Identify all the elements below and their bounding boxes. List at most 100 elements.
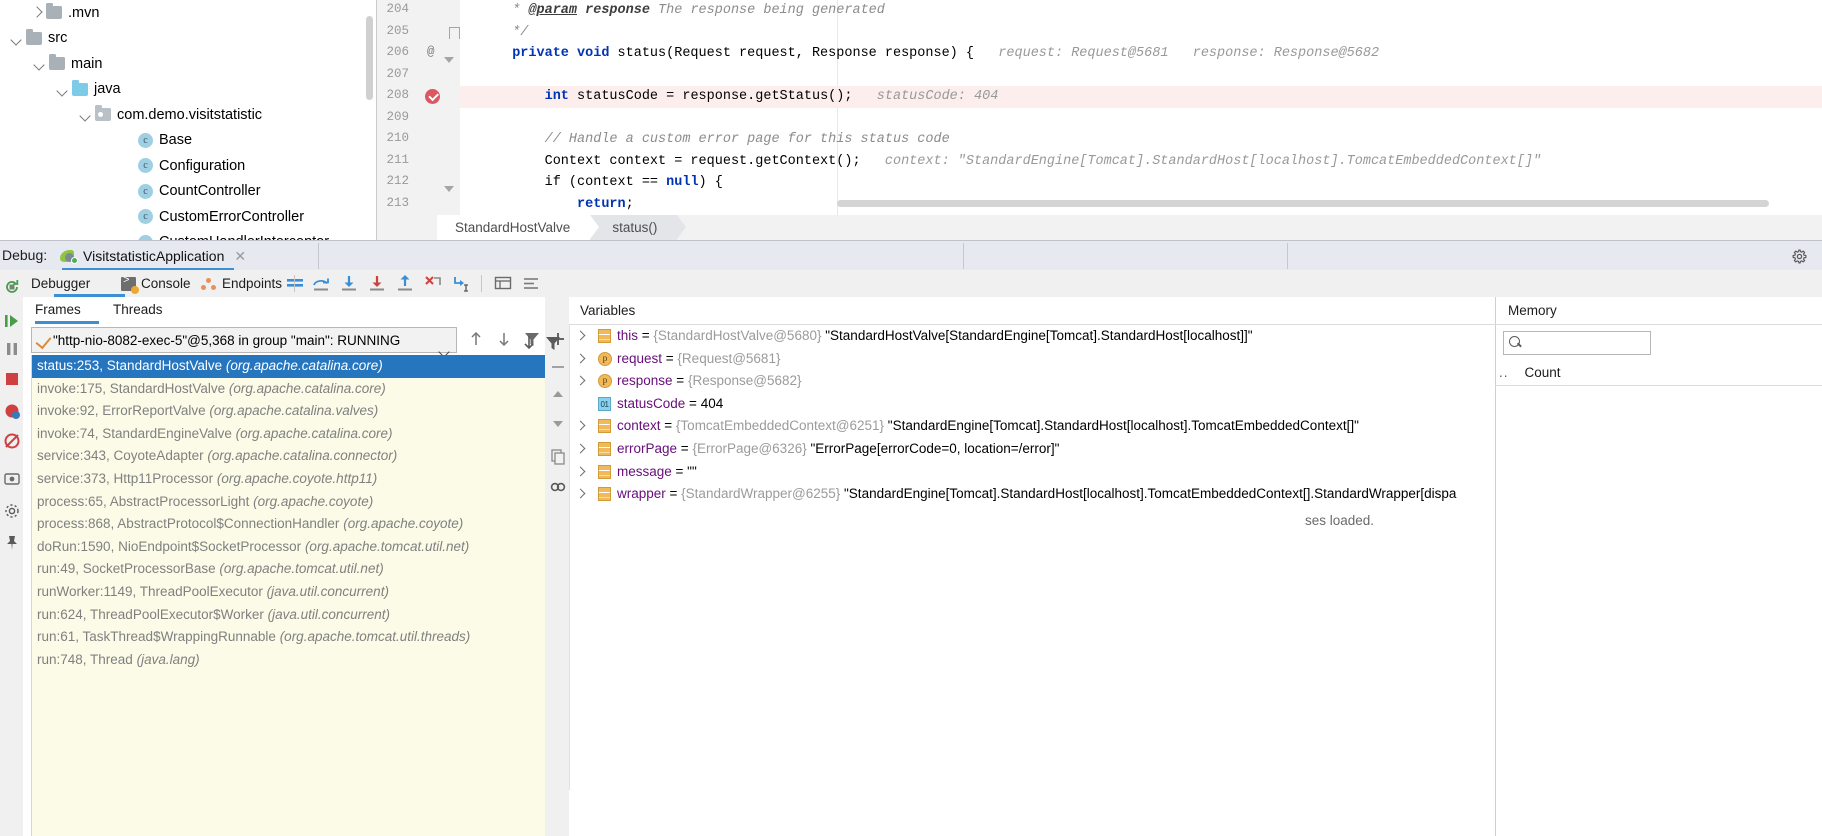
step-out-icon[interactable] <box>395 274 415 293</box>
chevron-right-icon[interactable] <box>576 354 586 364</box>
gutter-line[interactable]: 208 <box>377 86 460 108</box>
stack-frame-row[interactable]: run:61, TaskThread$WrappingRunnable (org… <box>31 626 547 649</box>
tree-item-configuration[interactable]: c Configuration <box>0 153 377 179</box>
drop-frame-icon[interactable] <box>423 274 443 293</box>
frames-down-icon[interactable] <box>494 329 514 349</box>
settings-list-icon[interactable] <box>521 274 541 293</box>
chevron-right-icon[interactable] <box>576 444 586 454</box>
variable-row[interactable]: errorPage = {ErrorPage@6326} "ErrorPage[… <box>569 438 1495 461</box>
code-fold-icon[interactable] <box>449 26 460 39</box>
stack-frame-row[interactable]: service:373, Http11Processor (org.apache… <box>31 468 547 491</box>
stack-frame-row[interactable]: invoke:74, StandardEngineValve (org.apac… <box>31 423 547 446</box>
debug-action-rail[interactable] <box>0 270 23 836</box>
evaluate-expression-icon[interactable] <box>493 274 513 293</box>
chevron-right-icon[interactable] <box>30 6 43 19</box>
code-editor[interactable]: 204 205 206 @207 208 209 210 211 212 213 * @param… <box>377 0 1822 215</box>
thread-selector[interactable]: "http-nio-8082-exec-5"@5,368 in group "m… <box>31 327 457 353</box>
tree-item-java[interactable]: java <box>0 77 377 103</box>
stack-frame-row[interactable]: invoke:175, StandardHostValve (org.apach… <box>31 378 547 401</box>
pause-program-icon[interactable] <box>3 340 21 358</box>
resume-program-icon[interactable] <box>3 312 21 330</box>
stack-frame-row[interactable]: run:748, Thread (java.lang) <box>31 649 547 672</box>
code-fold-icon[interactable] <box>444 177 460 192</box>
gutter-line[interactable]: 205 <box>377 22 460 44</box>
chevron-right-icon[interactable] <box>576 331 586 341</box>
close-icon[interactable]: ✕ <box>234 248 246 265</box>
tab-debugger[interactable]: Debugger <box>31 274 90 293</box>
tree-item-customerrorcontroller[interactable]: c CustomErrorController <box>0 204 377 230</box>
variable-row[interactable]: wrapper = {StandardWrapper@6255} "Standa… <box>569 483 1495 506</box>
mute-breakpoints-icon[interactable] <box>3 432 21 450</box>
breadcrumb-item[interactable]: StandardHostValve <box>437 215 600 240</box>
gear-icon[interactable] <box>1791 248 1808 265</box>
frames-up-icon[interactable] <box>466 329 486 349</box>
pin-tab-icon[interactable] <box>3 534 21 552</box>
gutter-line[interactable]: 213 <box>377 194 460 216</box>
variable-row[interactable]: p request = {Request@5681} <box>569 348 1495 371</box>
gutter-line[interactable]: 204 <box>377 0 460 22</box>
watch-link-icon[interactable] <box>548 477 568 497</box>
tab-threads[interactable]: Threads <box>113 302 163 317</box>
chevron-right-icon[interactable] <box>576 421 586 431</box>
stop-program-icon[interactable] <box>3 370 21 388</box>
tab-endpoints[interactable]: Endpoints <box>201 274 282 293</box>
debug-toolbar[interactable]: Debugger Console Endpoints <box>23 270 1822 297</box>
code-line[interactable] <box>460 108 1822 130</box>
tree-item-com-demo-visitstatistic[interactable]: com.demo.visitstatistic <box>0 102 377 128</box>
view-breakpoints-icon[interactable] <box>3 402 21 420</box>
sort-values-icon[interactable] <box>519 333 539 353</box>
tree-item-countcontroller[interactable]: c CountController <box>0 179 377 205</box>
breakpoint-icon[interactable] <box>425 89 440 104</box>
tree-item-customhandlerinterceptor[interactable]: cCustomHandlerInterceptor <box>0 230 377 240</box>
stack-frame-row[interactable]: invoke:92, ErrorReportValve (org.apache.… <box>31 400 547 423</box>
stack-frame-row[interactable]: runWorker:1149, ThreadPoolExecutor (java… <box>31 581 547 604</box>
code-line[interactable]: int statusCode = response.getStatus(); s… <box>460 86 1822 108</box>
stack-frame-row[interactable]: process:868, AbstractProtocol$Connection… <box>31 513 547 536</box>
breadcrumb[interactable]: StandardHostValve status() <box>377 215 1822 240</box>
frames-tab-strip[interactable]: Frames Threads <box>23 297 545 324</box>
move-down-icon[interactable] <box>548 413 568 433</box>
code-fold-icon[interactable] <box>444 48 460 63</box>
project-tree-scrollbar[interactable] <box>366 16 373 100</box>
remove-watch-icon[interactable] <box>548 357 568 377</box>
tab-console[interactable]: Console <box>121 274 191 294</box>
stack-frame-row[interactable]: doRun:1590, NioEndpoint$SocketProcessor … <box>31 536 547 559</box>
project-tree[interactable]: .mvn src main java com.demo.visitstatistic c B… <box>0 0 377 240</box>
gutter-line[interactable]: 212 <box>377 172 460 194</box>
rerun-debug-icon[interactable] <box>3 278 21 296</box>
gutter-line[interactable]: 210 <box>377 129 460 151</box>
memory-column-header[interactable]: .. Count <box>1495 360 1822 386</box>
chevron-down-icon[interactable] <box>79 108 92 121</box>
variable-row[interactable]: this = {StandardHostValve@5680} "Standar… <box>569 325 1495 348</box>
gutter-line[interactable]: 206 @ <box>377 43 460 65</box>
tree-item-src[interactable]: src <box>0 26 377 52</box>
run-to-cursor-icon[interactable] <box>451 274 471 293</box>
breadcrumb-item[interactable]: status() <box>590 215 687 240</box>
variable-row[interactable]: p response = {Response@5682} <box>569 370 1495 393</box>
chevron-down-icon[interactable] <box>56 83 69 96</box>
gutter-line[interactable]: 209 <box>377 108 460 130</box>
code-line[interactable]: * @param response The response being gen… <box>460 0 1822 22</box>
variable-row[interactable]: 01 statusCode = 404 <box>569 393 1495 416</box>
chevron-right-icon[interactable] <box>576 489 586 499</box>
stack-frame-row[interactable]: service:343, CoyoteAdapter (org.apache.c… <box>31 445 547 468</box>
override-annotation-icon[interactable]: @ <box>427 45 435 59</box>
code-line[interactable] <box>460 65 1822 87</box>
variables-list[interactable]: this = {StandardHostValve@5680} "Standar… <box>569 325 1495 836</box>
tab-frames[interactable]: Frames <box>35 302 81 317</box>
chevron-right-icon[interactable] <box>576 376 586 386</box>
gutter-line[interactable]: 211 <box>377 151 460 173</box>
code-line[interactable]: Context context = request.getContext(); … <box>460 151 1822 173</box>
code-line[interactable]: private void status(Request request, Res… <box>460 43 1822 65</box>
force-step-into-icon[interactable] <box>367 274 387 293</box>
editor-gutter[interactable]: 204 205 206 @207 208 209 210 211 212 213 <box>377 0 460 215</box>
stack-frame-row[interactable]: process:65, AbstractProcessorLight (org.… <box>31 491 547 514</box>
step-over-icon[interactable] <box>311 274 331 293</box>
stack-frame-row[interactable]: status:253, StandardHostValve (org.apach… <box>31 355 547 378</box>
filter-variables-icon[interactable] <box>543 333 563 353</box>
move-up-icon[interactable] <box>548 385 568 405</box>
chevron-right-icon[interactable] <box>576 467 586 477</box>
debug-session-tab[interactable]: VisitstatisticApplication ✕ <box>60 241 260 271</box>
chevron-down-icon[interactable] <box>10 32 23 45</box>
layout-settings-icon[interactable] <box>285 274 305 293</box>
